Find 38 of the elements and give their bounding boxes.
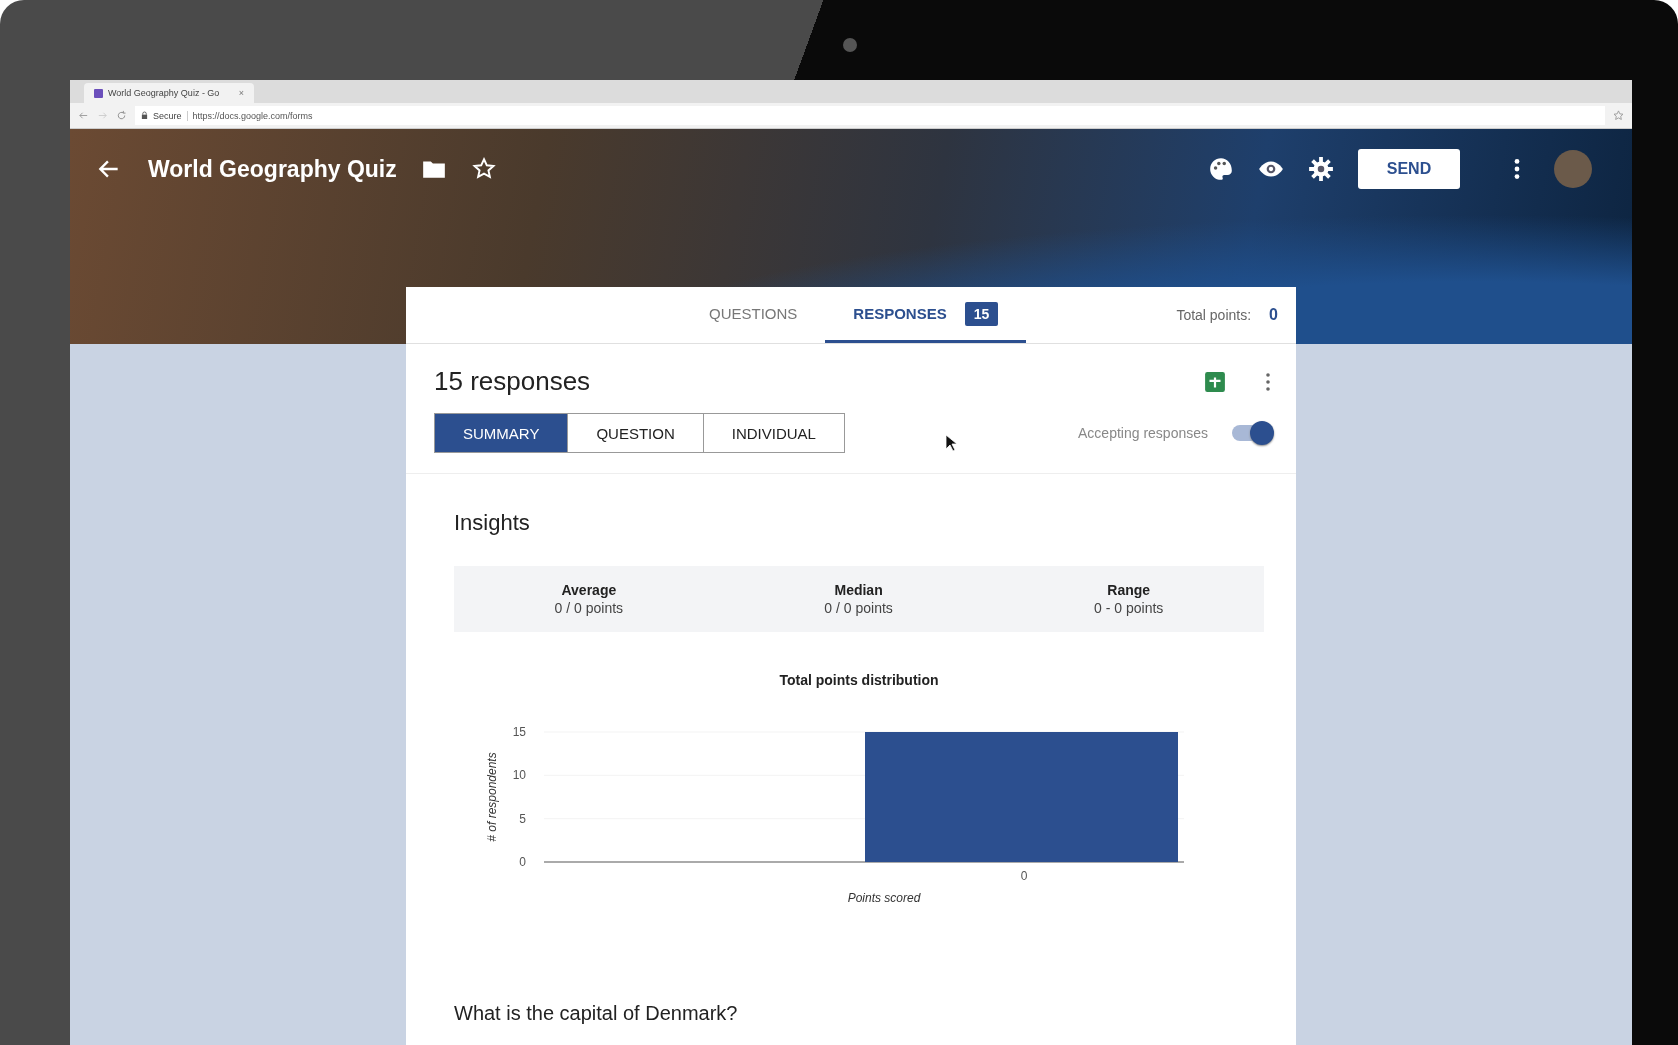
form-title: World Geography Quiz [148, 155, 397, 183]
stat-label: Average [561, 582, 617, 598]
stat-label: Range [1107, 582, 1151, 598]
y-tick-label: 15 [512, 725, 526, 739]
responses-heading: 15 responses [434, 366, 592, 397]
chart-title: Total points distribution [778, 672, 940, 688]
reload-icon[interactable] [116, 110, 127, 121]
url-text: https://docs.google.com/forms [186, 110, 313, 121]
address-bar[interactable]: Secure https://docs.google.com/forms [135, 106, 1605, 125]
spreadsheet-icon[interactable] [1204, 370, 1226, 393]
total-points-label: Total points: [1176, 307, 1252, 323]
forms-favicon-icon [94, 88, 103, 98]
stat-value: 0 - 0 points [1094, 600, 1164, 616]
stat-label: Median [834, 582, 883, 598]
browser-tab[interactable]: World Geography Quiz - Go × [84, 83, 254, 103]
y-tick-label: 5 [519, 811, 526, 826]
tab[interactable]: RESPONSES 15 [825, 287, 1027, 343]
palette-icon[interactable] [1208, 156, 1234, 182]
y-axis-label: # of respondents [485, 752, 499, 842]
stat-value: 0 / 0 points [554, 600, 624, 616]
accepting-responses-label: Accepting responses [1078, 425, 1208, 441]
y-tick-label: 10 [512, 768, 526, 783]
x-axis-label: Points scored [847, 891, 921, 905]
y-tick-label: 0 [519, 855, 526, 869]
settings-icon[interactable] [1308, 156, 1334, 182]
x-tick-label: 0 [1020, 869, 1028, 883]
total-points-value: 0 [1269, 306, 1278, 324]
bookmark-star-icon[interactable] [1613, 110, 1624, 121]
view-toggle-button[interactable]: SUMMARY [435, 414, 568, 452]
secure-label: Secure [153, 110, 182, 121]
tab[interactable]: QUESTIONS [681, 287, 826, 343]
stat-value: 0 / 0 points [824, 600, 893, 616]
send-button[interactable]: SEND [1358, 149, 1460, 189]
question-title: What is the capital of Denmark? [454, 1002, 739, 1025]
lock-icon [141, 111, 148, 120]
insights-title: Insights [454, 510, 531, 536]
mouse-pointer-icon [944, 434, 957, 452]
camera-dot [843, 38, 857, 52]
